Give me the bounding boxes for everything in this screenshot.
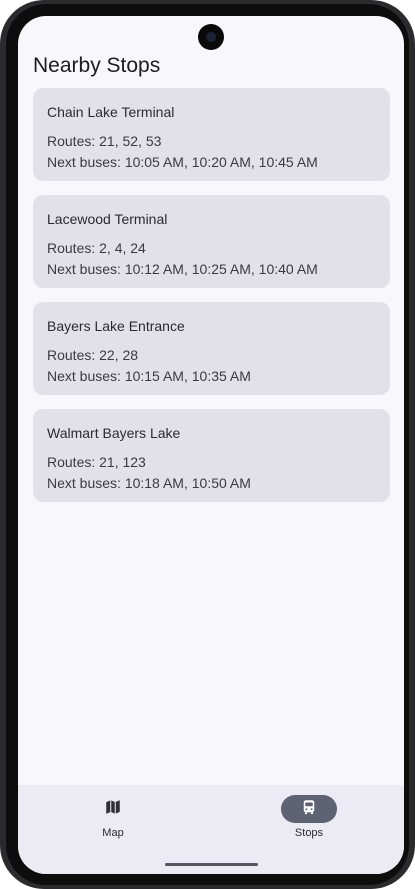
front-camera [198, 24, 224, 50]
app-screen: Nearby Stops Chain Lake Terminal Routes:… [18, 16, 404, 874]
stop-routes: Routes: 2, 4, 24 [47, 240, 146, 256]
stop-next-buses: Next buses: 10:18 AM, 10:50 AM [47, 475, 251, 491]
bus-icon [300, 798, 318, 821]
nav-label-stops: Stops [294, 827, 324, 839]
stop-card[interactable]: Bayers Lake Entrance Routes: 22, 28 Next… [33, 302, 390, 395]
stop-card[interactable]: Chain Lake Terminal Routes: 21, 52, 53 N… [33, 88, 390, 181]
stop-next-buses: Next buses: 10:12 AM, 10:25 AM, 10:40 AM [47, 261, 318, 277]
stop-name: Walmart Bayers Lake [47, 425, 181, 441]
nav-tab-map[interactable]: Map [73, 795, 153, 839]
bottom-navigation-bar: Map Stops [18, 785, 404, 874]
stop-next-buses: Next buses: 10:05 AM, 10:20 AM, 10:45 AM [47, 154, 318, 170]
stop-list: Chain Lake Terminal Routes: 21, 52, 53 N… [33, 88, 390, 516]
stop-name: Bayers Lake Entrance [47, 318, 185, 334]
stop-name: Chain Lake Terminal [47, 104, 175, 120]
home-indicator[interactable] [165, 863, 258, 866]
stop-card[interactable]: Lacewood Terminal Routes: 2, 4, 24 Next … [33, 195, 390, 288]
stop-name: Lacewood Terminal [47, 211, 168, 227]
nav-pill-map [85, 795, 141, 823]
stop-routes: Routes: 21, 52, 53 [47, 133, 162, 149]
page-title: Nearby Stops [33, 54, 161, 77]
map-icon [104, 798, 122, 821]
stop-next-buses: Next buses: 10:15 AM, 10:35 AM [47, 368, 251, 384]
nav-pill-stops-active [281, 795, 337, 823]
stop-routes: Routes: 22, 28 [47, 347, 139, 363]
nav-tab-stops[interactable]: Stops [269, 795, 349, 839]
stop-card[interactable]: Walmart Bayers Lake Routes: 21, 123 Next… [33, 409, 390, 502]
phone-frame: Nearby Stops Chain Lake Terminal Routes:… [0, 0, 415, 889]
stop-routes: Routes: 21, 123 [47, 454, 146, 470]
nav-label-map: Map [102, 827, 124, 839]
